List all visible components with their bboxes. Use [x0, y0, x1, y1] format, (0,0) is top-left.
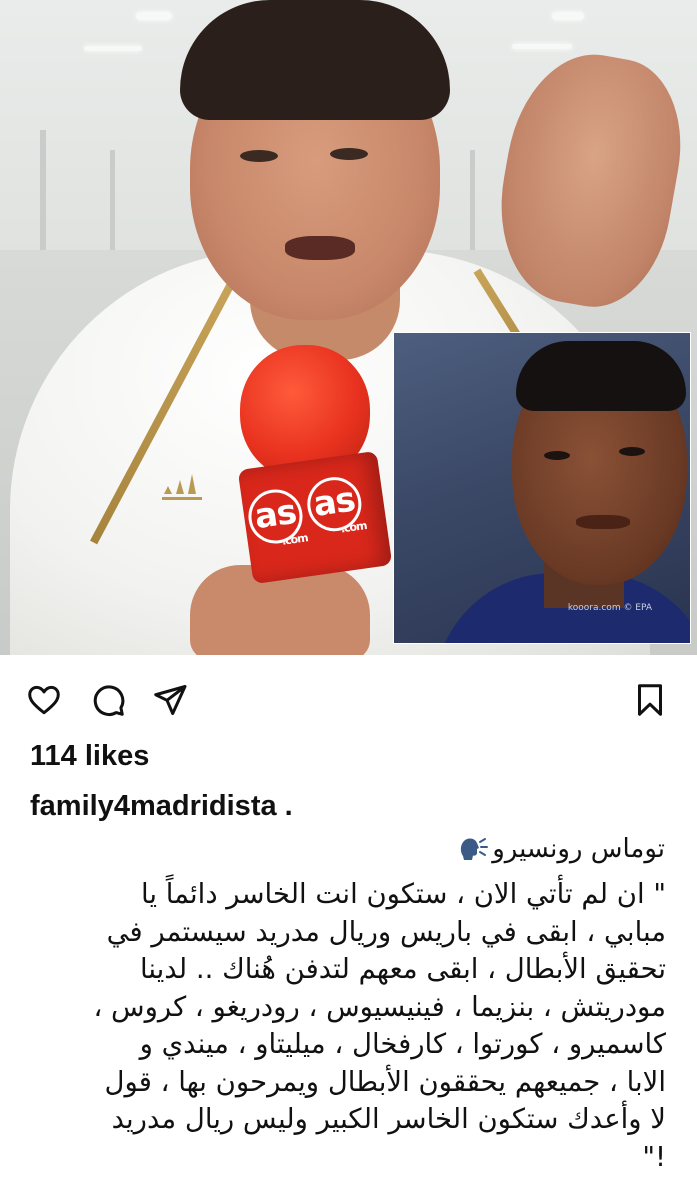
- mouth: [576, 515, 630, 529]
- jacket-stripe: [90, 275, 238, 545]
- player-hair: [516, 341, 686, 411]
- ceiling-light: [84, 46, 142, 51]
- mouth: [285, 236, 355, 260]
- speaking-head-icon: [461, 838, 489, 860]
- caption-line: كاسميرو ، كورتوا ، كارفخال ، ميليتاو ، م…: [139, 1028, 666, 1060]
- username[interactable]: family4madridista .: [30, 790, 293, 823]
- like-button[interactable]: [20, 672, 68, 728]
- adidas-logo: [162, 474, 202, 500]
- eye: [240, 150, 278, 162]
- photo-credit: kooora.com © EPA: [567, 603, 652, 613]
- post-photo[interactable]: as .com as .com kooora.com © EPA: [0, 0, 697, 655]
- caption-line: لا وأعدك ستكون الخاسر الكبير وليس ريال م…: [111, 1103, 666, 1135]
- caption-line: !": [642, 1140, 666, 1173]
- caption-line: مبابي ، ابقى في باريس وريال مدريد سيستمر…: [106, 915, 666, 948]
- caption-line: " ان لم تأتي الان ، ستكون انت الخاسر دائ…: [140, 878, 666, 910]
- save-button[interactable]: [626, 672, 674, 728]
- bookmark-icon: [638, 684, 662, 716]
- mic-logo-right: as .com: [303, 473, 367, 539]
- ceiling-light: [512, 44, 572, 49]
- eye: [330, 148, 368, 160]
- eye: [544, 451, 570, 460]
- post-caption: " ان لم تأتي الان ، ستكون انت الخاسر دائ…: [26, 876, 666, 1176]
- comment-button[interactable]: [84, 672, 132, 728]
- presenter-hair: [180, 0, 450, 120]
- author-name: توماس رونسيرو: [492, 834, 665, 864]
- send-icon: [154, 685, 187, 715]
- ceiling-light: [136, 12, 172, 20]
- microphone-flag: as .com as .com: [237, 450, 393, 585]
- share-button[interactable]: [146, 672, 194, 728]
- comment-icon: [93, 685, 125, 716]
- mic-logo-left: as .com: [244, 485, 308, 552]
- eye: [619, 447, 645, 456]
- inset-player-photo: kooora.com © EPA: [393, 332, 691, 644]
- caption-line: تحقيق الأبطال ، ابقى معهم لتدفن هُناك ..…: [139, 953, 666, 985]
- heart-icon: [28, 685, 60, 715]
- likes-count[interactable]: 114 likes: [30, 740, 149, 773]
- ceiling-light: [552, 12, 584, 20]
- post-action-bar: [0, 672, 697, 728]
- caption-line: الابا ، جميعهم يحققون الأبطال ويمرحون به…: [104, 1065, 666, 1098]
- caption-line: مودريتش ، بنزيما ، فينيسيوس ، رودريغو ، …: [93, 990, 666, 1023]
- author-line: توماس رونسيرو: [458, 834, 665, 864]
